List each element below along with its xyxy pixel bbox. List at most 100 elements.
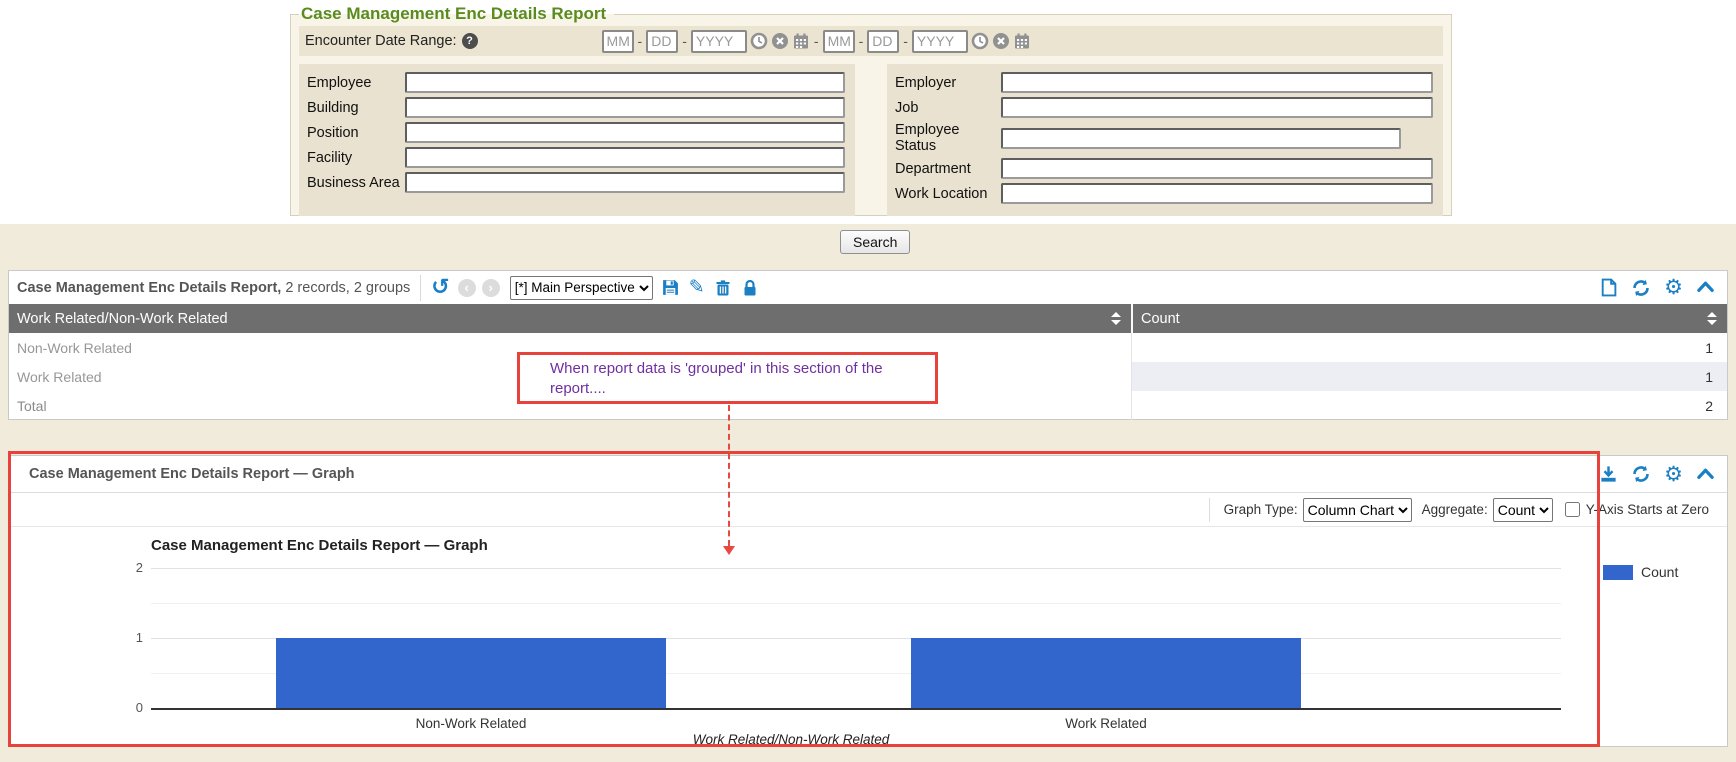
total-count-value: 2 bbox=[1131, 391, 1727, 420]
employer-label: Employer bbox=[895, 75, 1001, 91]
end-calendar-icon[interactable] bbox=[1013, 32, 1031, 50]
date-range-dash: - bbox=[813, 33, 820, 49]
end-day-input[interactable] bbox=[867, 30, 899, 53]
help-icon[interactable]: ? bbox=[462, 33, 478, 49]
start-calendar-icon[interactable] bbox=[792, 32, 810, 50]
sort-icon[interactable] bbox=[1707, 312, 1717, 325]
employee-field[interactable] bbox=[405, 72, 845, 93]
new-report-icon[interactable] bbox=[1599, 278, 1618, 297]
work-location-label: Work Location bbox=[895, 186, 1001, 202]
row-count-value: 1 bbox=[1131, 333, 1727, 362]
date-dash: - bbox=[681, 33, 688, 49]
x-category-label: Non-Work Related bbox=[276, 716, 666, 731]
aggregate-select[interactable]: Count bbox=[1493, 498, 1553, 522]
start-day-input[interactable] bbox=[646, 30, 678, 53]
annotation-callout: When report data is 'grouped' in this se… bbox=[517, 352, 938, 404]
settings-gear-icon[interactable]: ⚙ bbox=[1664, 464, 1683, 485]
graph-toolbar: Graph Type: Column Chart Aggregate: Coun… bbox=[9, 493, 1727, 527]
undo-icon[interactable]: ↺ bbox=[431, 277, 449, 299]
annotation-arrow bbox=[728, 405, 730, 546]
edit-perspective-icon[interactable]: ✎ bbox=[689, 278, 705, 297]
building-label: Building bbox=[307, 100, 405, 116]
end-month-input[interactable] bbox=[823, 30, 855, 53]
refresh-icon[interactable] bbox=[1631, 278, 1651, 298]
save-perspective-icon[interactable] bbox=[661, 278, 680, 297]
graph-header: Case Management Enc Details Report — Gra… bbox=[9, 456, 1727, 493]
date-range-row: Encounter Date Range: ? - - - - - bbox=[299, 26, 1443, 56]
building-field[interactable] bbox=[405, 97, 845, 118]
date-dash: - bbox=[858, 33, 865, 49]
date-dash: - bbox=[902, 33, 909, 49]
y-tick-label: 2 bbox=[109, 560, 143, 575]
collapse-section-icon[interactable] bbox=[1696, 465, 1715, 484]
end-clear-icon[interactable] bbox=[992, 32, 1010, 50]
perspective-select[interactable]: [*] Main Perspective bbox=[510, 276, 653, 300]
column-header-count: Count bbox=[1131, 304, 1727, 333]
y-tick-label: 0 bbox=[109, 700, 143, 715]
download-icon[interactable] bbox=[1599, 465, 1618, 484]
work-location-field[interactable] bbox=[1001, 183, 1433, 204]
date-range-inputs: - - - - - bbox=[602, 30, 1031, 53]
date-dash: - bbox=[637, 33, 644, 49]
toolbar-divider bbox=[420, 275, 421, 301]
table-record-count: 2 records, 2 groups bbox=[285, 280, 410, 296]
graph-type-label: Graph Type: bbox=[1224, 502, 1298, 517]
position-label: Position bbox=[307, 125, 405, 141]
group-column-label: Work Related/Non-Work Related bbox=[17, 311, 228, 327]
employee-label: Employee bbox=[307, 75, 405, 91]
table-title-bold: Case Management Enc Details Report, bbox=[17, 280, 281, 296]
settings-gear-icon[interactable]: ⚙ bbox=[1664, 277, 1683, 298]
start-clear-icon[interactable] bbox=[771, 32, 789, 50]
delete-perspective-icon[interactable] bbox=[714, 279, 732, 297]
chart-title: Case Management Enc Details Report — Gra… bbox=[151, 537, 488, 554]
gridline bbox=[151, 603, 1561, 604]
prev-perspective-icon[interactable]: ‹ bbox=[458, 279, 476, 297]
department-field[interactable] bbox=[1001, 158, 1433, 179]
chart-legend: Count bbox=[1603, 564, 1678, 580]
row-count-value: 1 bbox=[1131, 362, 1727, 391]
position-field[interactable] bbox=[405, 122, 845, 143]
search-button[interactable]: Search bbox=[840, 230, 910, 254]
employer-field[interactable] bbox=[1001, 72, 1433, 93]
start-month-input[interactable] bbox=[602, 30, 634, 53]
annotation-arrowhead-icon bbox=[723, 546, 735, 555]
form-title: Case Management Enc Details Report bbox=[299, 4, 614, 24]
refresh-icon[interactable] bbox=[1631, 464, 1651, 484]
department-label: Department bbox=[895, 161, 1001, 177]
job-label: Job bbox=[895, 100, 1001, 116]
graph-type-select[interactable]: Column Chart bbox=[1303, 498, 1412, 522]
y-axis-zero-label: Y-Axis Starts at Zero bbox=[1586, 502, 1709, 517]
facility-label: Facility bbox=[307, 150, 405, 166]
chart-bar-non-work-related bbox=[276, 638, 666, 708]
table-toolbar: Case Management Enc Details Report, 2 re… bbox=[9, 271, 1727, 304]
column-header-group: Work Related/Non-Work Related bbox=[9, 304, 1131, 333]
legend-swatch bbox=[1603, 565, 1633, 580]
employee-status-label: Employee Status bbox=[895, 122, 1001, 154]
business-area-label: Business Area bbox=[307, 175, 405, 191]
y-axis-zero-checkbox[interactable] bbox=[1565, 502, 1580, 517]
date-range-label: Encounter Date Range: bbox=[305, 33, 457, 49]
job-field[interactable] bbox=[1001, 97, 1433, 118]
next-perspective-icon[interactable]: › bbox=[482, 279, 500, 297]
employee-status-field[interactable] bbox=[1001, 128, 1401, 149]
start-time-clock-icon[interactable] bbox=[750, 32, 768, 50]
count-column-label: Count bbox=[1141, 311, 1180, 327]
gridline bbox=[151, 568, 1561, 569]
graph-section-title: Case Management Enc Details Report — Gra… bbox=[29, 466, 355, 482]
aggregate-label: Aggregate: bbox=[1422, 502, 1488, 517]
left-field-panel: Employee Building Position Facility Busi… bbox=[299, 64, 855, 216]
end-year-input[interactable] bbox=[912, 30, 968, 53]
right-field-panel: Employer Job Employee Status Department … bbox=[887, 64, 1443, 216]
report-graph-section: Case Management Enc Details Report — Gra… bbox=[8, 455, 1728, 747]
chart-bar-work-related bbox=[911, 638, 1301, 708]
legend-label: Count bbox=[1641, 564, 1678, 580]
facility-field[interactable] bbox=[405, 147, 845, 168]
business-area-field[interactable] bbox=[405, 172, 845, 193]
table-title: Case Management Enc Details Report, 2 re… bbox=[17, 280, 410, 296]
sort-icon[interactable] bbox=[1111, 312, 1121, 325]
collapse-section-icon[interactable] bbox=[1696, 278, 1715, 297]
lock-perspective-icon[interactable] bbox=[741, 279, 759, 297]
start-year-input[interactable] bbox=[691, 30, 747, 53]
column-chart: Case Management Enc Details Report — Gra… bbox=[9, 527, 1727, 747]
end-time-clock-icon[interactable] bbox=[971, 32, 989, 50]
